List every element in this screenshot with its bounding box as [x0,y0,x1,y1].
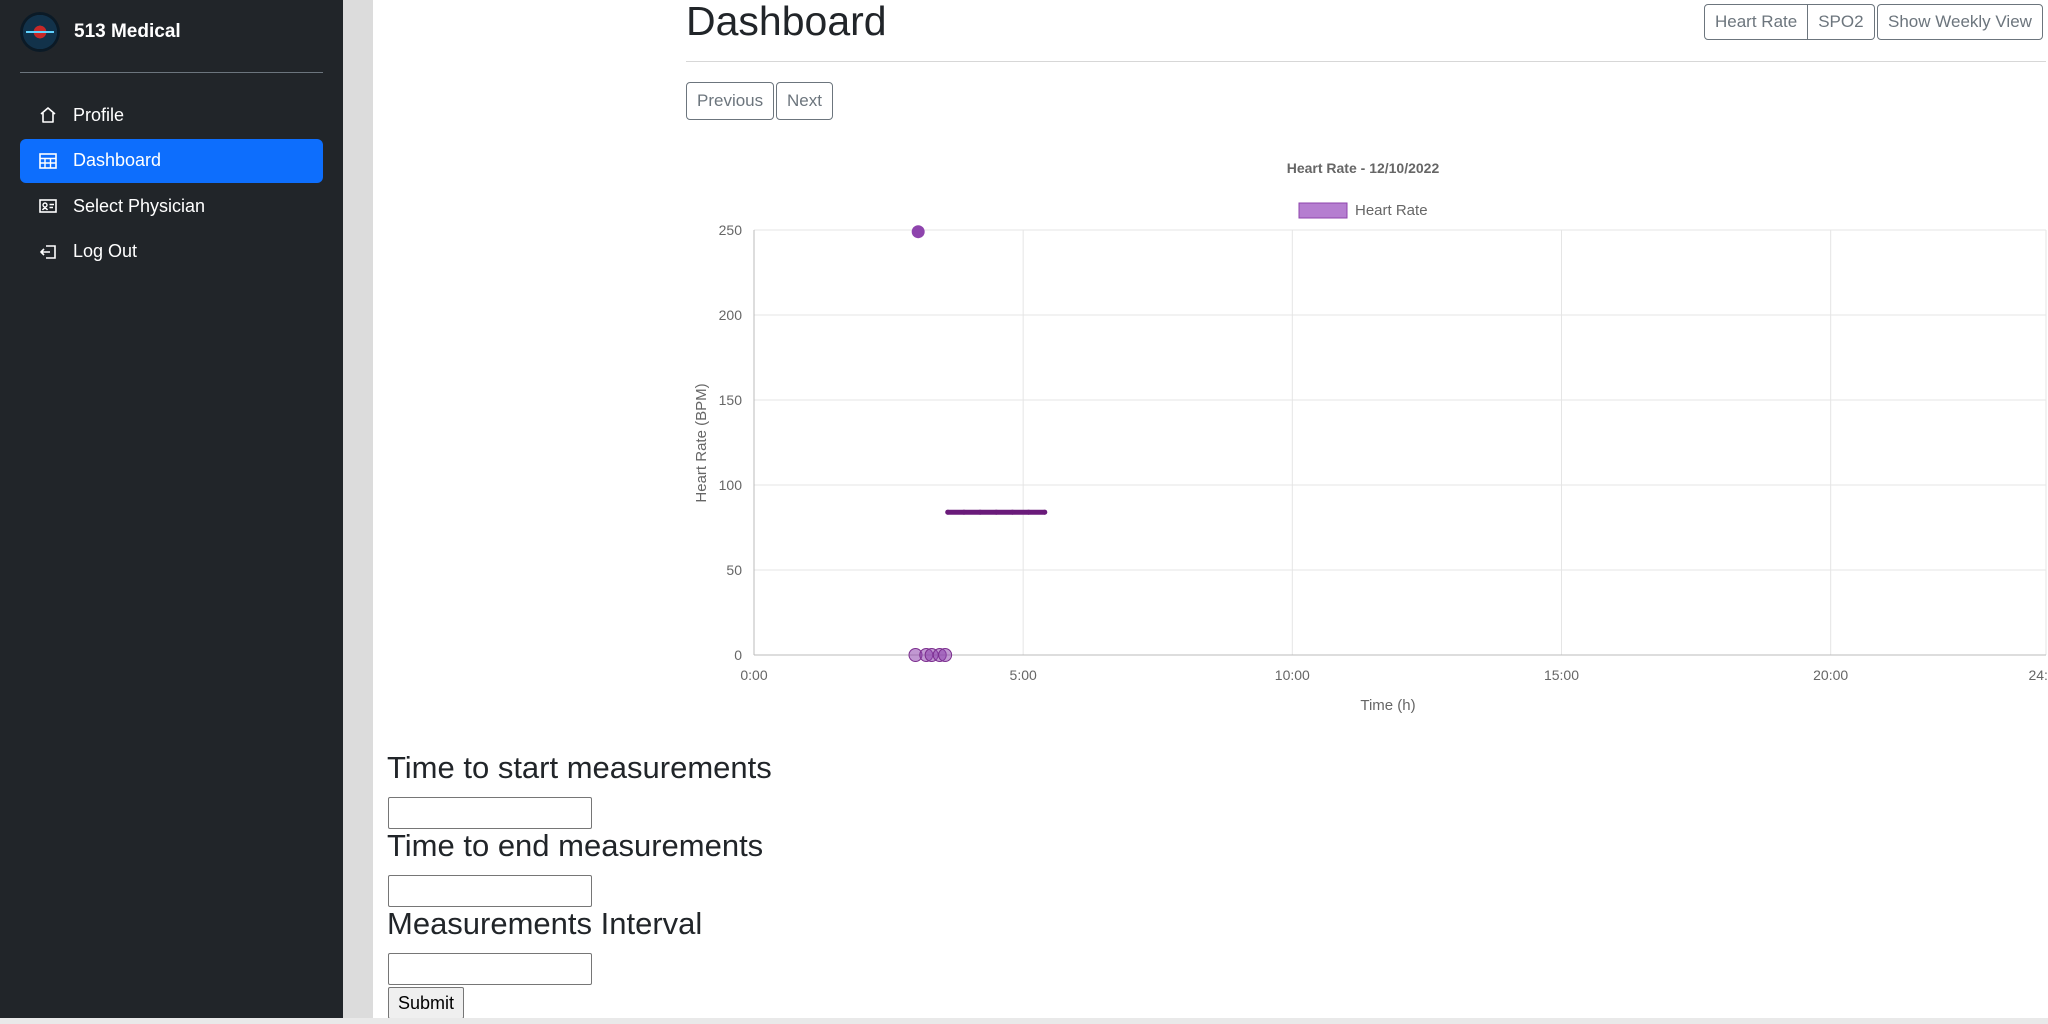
data-point[interactable] [911,225,925,239]
horizontal-scrollbar[interactable] [0,1018,2048,1024]
chart-legend[interactable]: Heart Rate [1298,202,1428,219]
x-tick-label: 15:00 [1544,667,1579,683]
main-content: Dashboard Heart Rate SPO2 Show Weekly Vi… [373,0,2048,1024]
sidebar-item-dashboard[interactable]: Dashboard [20,138,323,183]
data-point[interactable] [1009,509,1015,515]
sidebar-item-label: Dashboard [73,150,162,170]
y-tick-label: 200 [719,307,743,323]
x-axis-label: Time (h) [1360,697,1415,714]
data-point[interactable] [961,509,967,515]
chart-points [908,225,1048,662]
sidebar-item-profile[interactable]: Profile [20,93,323,137]
y-tick-label: 50 [726,562,742,578]
sidebar-nav: Profile Dashboard Select Physician Log O… [20,93,323,275]
sidebar-item-label: Profile [73,104,125,125]
legend-label: Heart Rate [1355,202,1428,219]
person-card-icon [38,196,58,216]
x-tick-label: 24:00 [2028,667,2048,683]
sidebar-item-select-physician[interactable]: Select Physician [20,184,323,228]
start-time-input[interactable] [388,797,592,829]
data-point[interactable] [993,509,999,515]
chart-axes: 0:00 5:00 10:00 15:00 20:00 24:00 0 50 100 150 200… [719,222,2048,683]
sidebar: 513 Medical Profile Dashboard Select Phy… [0,0,343,1024]
y-tick-label: 150 [719,392,743,408]
data-point[interactable] [1042,509,1048,515]
data-point[interactable] [938,648,953,662]
y-tick-label: 250 [719,222,743,238]
data-point[interactable] [945,509,951,515]
x-tick-label: 10:00 [1275,667,1310,683]
submit-button[interactable]: Submit [388,987,465,1019]
box-arrow-left-icon [38,242,58,262]
chart-grid [753,229,2047,656]
title-divider [686,61,2046,62]
home-icon [38,105,58,125]
interval-label: Measurements Interval [387,906,703,941]
page-title: Dashboard [686,0,887,44]
heart-rate-chart: Heart Rate - 12/10/2022 Heart Rate 0:00 5… [693,160,2048,714]
data-point[interactable] [1026,509,1032,515]
start-time-label: Time to start measurements [387,750,772,785]
end-time-label: Time to end measurements [387,828,764,863]
content-gutter [343,0,373,1024]
y-tick-label: 100 [719,477,743,493]
sidebar-item-label: Select Physician [73,195,206,216]
x-tick-label: 20:00 [1813,667,1848,683]
data-point[interactable] [977,509,983,515]
interval-input[interactable] [388,953,592,985]
end-time-input[interactable] [388,875,592,907]
brand-name: 513 Medical [74,21,181,42]
sidebar-divider [20,72,323,73]
legend-swatch [1298,202,1348,219]
previous-button[interactable]: Previous [686,82,775,120]
spo2-button[interactable]: SPO2 [1808,4,1875,40]
metric-toggle: Heart Rate SPO2 [1704,4,1875,40]
y-tick-label: 0 [734,647,742,663]
chart-title: Heart Rate - 12/10/2022 [1287,160,1440,176]
heart-rate-button[interactable]: Heart Rate [1704,4,1809,40]
y-axis-label: Heart Rate (BPM) [693,383,710,502]
sidebar-item-label: Log Out [73,241,138,261]
next-button[interactable]: Next [776,82,833,120]
sidebar-item-log-out[interactable]: Log Out [20,230,323,274]
table-grid-icon [38,151,58,171]
heart-logo-icon [20,12,60,52]
x-tick-label: 5:00 [1010,667,1037,683]
brand[interactable]: 513 Medical [20,12,181,52]
show-weekly-view-button[interactable]: Show Weekly View [1877,4,2043,40]
x-tick-label: 0:00 [740,667,767,683]
